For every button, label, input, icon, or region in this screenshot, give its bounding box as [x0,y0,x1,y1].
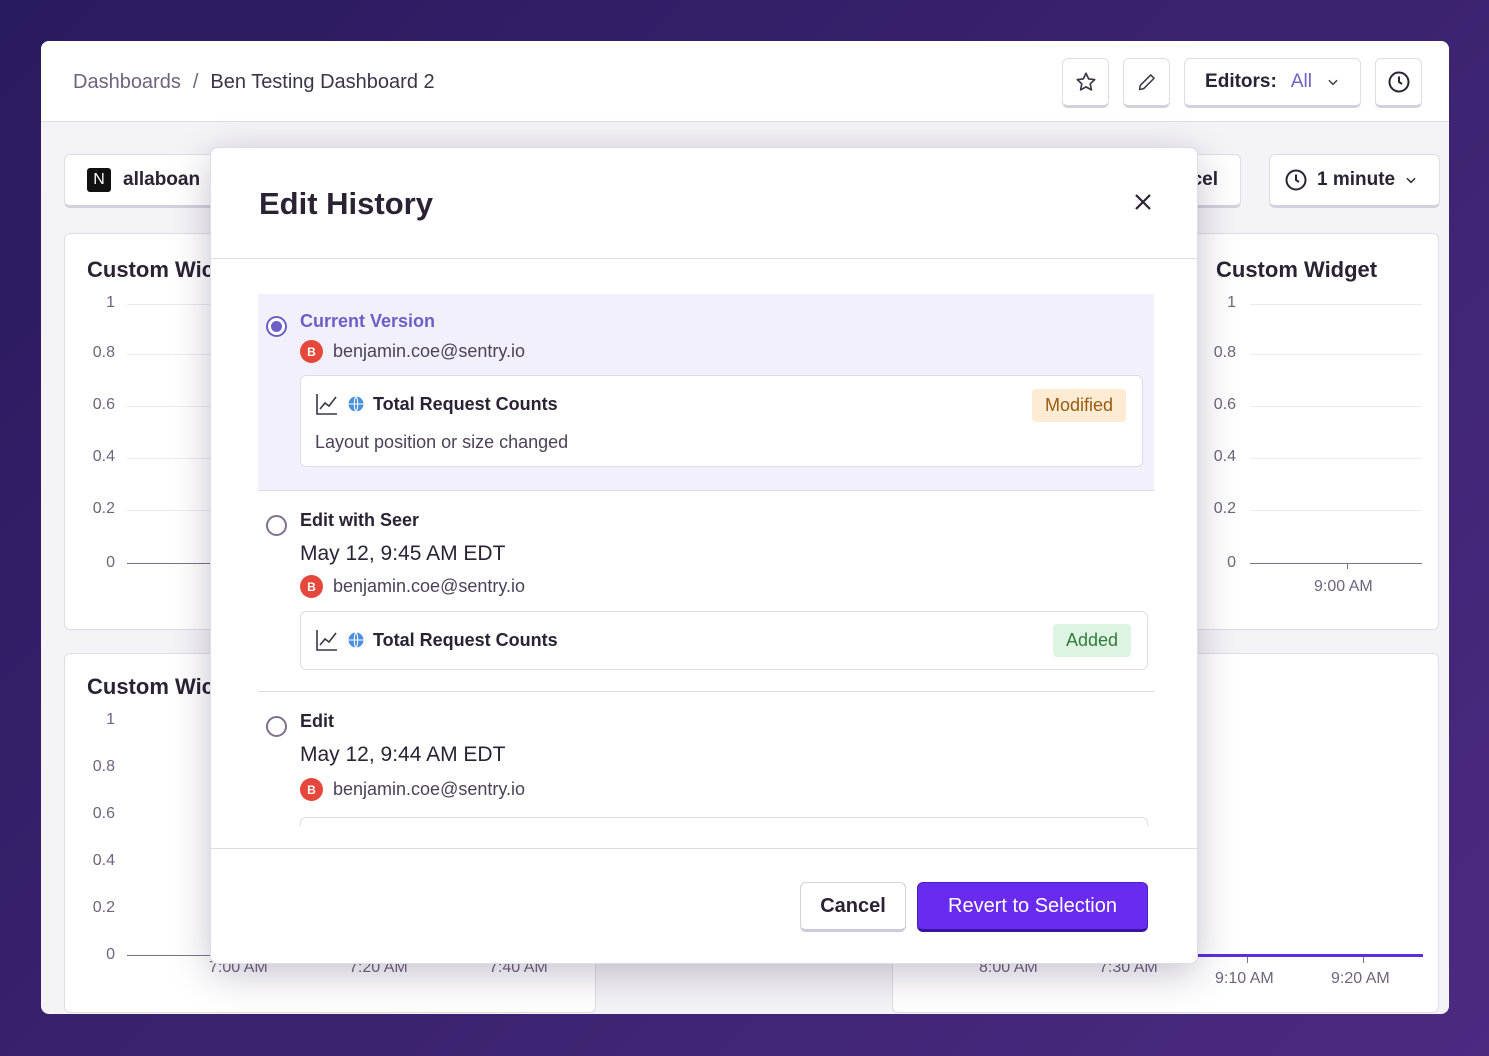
y-tick: 0.2 [1213,500,1236,517]
chevron-down-icon [1328,79,1338,86]
editors-dropdown[interactable]: Editors: All [1184,58,1361,108]
gridline [1250,458,1422,459]
y-tick: 0.8 [92,758,115,775]
entry-user: B benjamin.coe@sentry.io [300,340,525,363]
widget-name-label: Total Request Counts [373,393,558,414]
gridline [1250,406,1422,407]
editors-value: All [1290,71,1312,92]
y-tick: 0.8 [1213,344,1236,361]
globe-icon [348,632,364,648]
y-tick: 0 [106,946,115,963]
entry-user: B benjamin.coe@sentry.io [300,575,525,598]
project-logo-icon: N [87,168,111,192]
star-icon [1075,72,1096,91]
widget-name: Total Request Counts [315,628,558,652]
entry-title: Current Version [300,311,436,331]
chevron-down-icon [1406,177,1416,184]
widget-title: Custom Widget [1216,257,1378,282]
history-entry[interactable]: Edit May 12, 9:44 AM EDT B benjamin.coe@… [258,692,1154,826]
x-tick-mark [1363,957,1364,963]
avatar: B [300,778,323,801]
gridline [1250,354,1422,355]
status-badge: Modified [1032,389,1127,422]
history-button[interactable] [1375,58,1422,108]
y-tick: 0.6 [92,805,115,822]
breadcrumb-dashboards[interactable]: Dashboards [73,71,181,93]
line-chart-icon [316,630,337,651]
avatar: B [300,575,323,598]
history-list: Current Version B benjamin.coe@sentry.io… [211,260,1197,826]
y-tick: 0.6 [92,396,115,413]
y-tick: 1 [106,711,115,728]
breadcrumb: Dashboards / Ben Testing Dashboard 2 [73,71,435,94]
user-email: benjamin.coe@sentry.io [333,576,526,596]
editors-label: Editors: [1205,71,1277,92]
radio-current[interactable] [266,316,287,337]
entry-date: May 12, 9:45 AM EDT [300,542,506,565]
modal-footer: Cancel Revert to Selection [211,848,1197,963]
x-tick-mark [1347,563,1348,569]
widget-title: Custom Wic [87,257,214,282]
user-email: benjamin.coe@sentry.io [333,341,526,361]
cancel-button[interactable]: Cancel [800,882,906,932]
breadcrumb-current: Ben Testing Dashboard 2 [210,71,435,93]
entry-user: B benjamin.coe@sentry.io [300,778,525,801]
modal-title: Edit History [259,186,433,221]
radio-option[interactable] [266,515,287,536]
x-tick-label: 9:20 AM [1331,970,1390,987]
history-entry-current[interactable]: Current Version B benjamin.coe@sentry.io… [258,294,1154,490]
y-tick: 0.4 [1213,448,1236,465]
y-tick: 0.4 [92,448,115,465]
refresh-interval-selector[interactable]: 1 minute [1269,154,1440,208]
y-tick: 0.4 [92,852,115,869]
x-tick-label: 9:10 AM [1215,970,1274,987]
y-tick: 0.2 [92,899,115,916]
project-name: allaboan [123,169,201,190]
change-description: Layout position or size changed [315,432,569,452]
star-button[interactable] [1062,58,1109,108]
avatar: B [300,340,323,363]
status-badge: Added [1053,624,1132,657]
revert-to-selection-button[interactable]: Revert to Selection [917,882,1148,932]
top-bar: Dashboards / Ben Testing Dashboard 2 Edito… [41,41,1449,122]
edit-history-modal: Edit History Current Version B benjamin.… [210,147,1198,964]
globe-icon [348,396,364,412]
change-card [300,817,1148,826]
y-tick: 0.8 [92,344,115,361]
gridline [1250,510,1422,511]
breadcrumb-separator: / [192,71,199,93]
edit-button[interactable] [1123,58,1170,108]
history-entry[interactable]: Edit with Seer May 12, 9:45 AM EDT B ben… [258,491,1154,691]
change-card: Total Request Counts Modified Layout pos… [300,375,1143,467]
x-tick-label: 9:00 AM [1314,578,1373,595]
modal-header: Edit History [211,148,1197,259]
y-tick: 0 [106,554,115,571]
y-tick: 0.2 [92,500,115,517]
y-tick: 0 [1227,554,1236,571]
y-tick: 1 [106,294,115,311]
user-email: benjamin.coe@sentry.io [333,779,526,799]
pencil-icon [1138,74,1155,91]
clock-icon [1388,71,1409,93]
radio-option[interactable] [266,716,287,737]
y-tick: 0.6 [1213,396,1236,413]
close-icon[interactable] [1131,190,1155,214]
entry-title: Edit with Seer [300,510,420,530]
y-tick: 1 [1227,294,1236,311]
line-chart-icon [316,394,337,415]
entry-title: Edit [300,711,334,731]
widget-title: Custom Wic [87,674,214,699]
entry-date: May 12, 9:44 AM EDT [300,743,506,766]
clock-icon [1285,169,1307,191]
series-line [1193,954,1423,957]
widget-name-label: Total Request Counts [373,629,558,650]
refresh-interval-label: 1 minute [1317,169,1396,190]
change-card: Total Request Counts Added [300,611,1148,670]
x-tick-mark [1247,957,1248,963]
widget-top-right: Custom Widget 1 0.8 0.6 0.4 0.2 0 9:00 A… [1181,233,1439,630]
gridline [1250,304,1422,305]
x-axis [1250,563,1422,564]
widget-name: Total Request Counts [315,392,558,416]
